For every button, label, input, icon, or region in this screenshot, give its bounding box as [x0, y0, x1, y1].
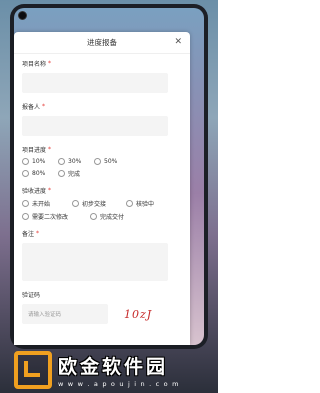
- project-name-input[interactable]: [22, 73, 168, 93]
- progress-option-label: 80%: [32, 170, 46, 177]
- dialog-header: 进度报备 ✕: [14, 32, 190, 54]
- progress-option-10[interactable]: 10%: [22, 158, 58, 165]
- acceptance-option-label: 需要二次修改: [32, 214, 69, 221]
- reporter-label: 报备人 *: [22, 102, 182, 111]
- watermark-brand: 欧金软件园: [58, 355, 169, 378]
- captcha-input[interactable]: 请输入验证码: [22, 304, 108, 324]
- radio-icon: [90, 213, 97, 220]
- radio-icon: [126, 200, 133, 207]
- captcha-image[interactable]: 10zJ: [124, 308, 152, 321]
- progress-report-dialog: 进度报备 ✕ 项目名称 * 报备人 * 项目进度 * 10% 30% 50% 8…: [14, 32, 190, 345]
- front-camera: [18, 11, 30, 23]
- reporter-input[interactable]: [22, 116, 168, 136]
- acceptance-option-delivered[interactable]: 完成交付: [90, 212, 124, 221]
- progress-options-row-2: 80% 完成: [22, 169, 182, 178]
- radio-icon: [22, 158, 29, 165]
- required-mark: *: [36, 230, 40, 237]
- acceptance-options-row-2: 需要二次修改 完成交付: [22, 212, 182, 221]
- acceptance-option-label: 未开始: [32, 201, 51, 208]
- radio-icon: [22, 170, 29, 177]
- watermark-logo-icon: [14, 350, 52, 389]
- progress-option-80[interactable]: 80%: [22, 170, 58, 177]
- progress-option-done[interactable]: 完成: [58, 169, 80, 178]
- required-mark: *: [42, 103, 46, 110]
- reporter-label-text: 报备人: [22, 104, 41, 111]
- watermark-text: 欧金软件园 w w w . a p o u j i n . c o m: [58, 352, 180, 388]
- required-mark: *: [48, 146, 52, 153]
- radio-icon: [22, 213, 29, 220]
- acceptance-option-not-started[interactable]: 未开始: [22, 199, 72, 208]
- captcha-row: 请输入验证码 10zJ: [22, 304, 182, 324]
- radio-icon: [72, 200, 79, 207]
- remarks-label-text: 备注: [22, 231, 35, 238]
- acceptance-option-second-revision[interactable]: 需要二次修改: [22, 212, 90, 221]
- dialog-title: 进度报备: [87, 38, 117, 47]
- radio-icon: [58, 170, 65, 177]
- progress-option-label: 完成: [68, 171, 81, 178]
- captcha-label-text: 验证码: [22, 292, 41, 299]
- acceptance-option-label: 初步交接: [82, 201, 107, 208]
- progress-label-text: 项目进度: [22, 147, 47, 154]
- remarks-label: 备注 *: [22, 229, 182, 238]
- acceptance-options-row-1: 未开始 初步交接 核验中: [22, 199, 182, 208]
- report-form: 项目名称 * 报备人 * 项目进度 * 10% 30% 50% 80% 完成 验…: [14, 54, 190, 324]
- captcha-label: 验证码: [22, 290, 182, 299]
- close-icon[interactable]: ✕: [174, 36, 182, 48]
- acceptance-option-initial-handover[interactable]: 初步交接: [72, 199, 126, 208]
- acceptance-option-label: 完成交付: [100, 214, 125, 221]
- project-name-label-text: 项目名称: [22, 61, 47, 68]
- progress-option-label: 50%: [104, 158, 118, 165]
- progress-option-30[interactable]: 30%: [58, 158, 94, 165]
- site-watermark: 欧金软件园 w w w . a p o u j i n . c o m: [0, 346, 218, 393]
- project-name-label: 项目名称 *: [22, 59, 182, 68]
- progress-options-row-1: 10% 30% 50%: [22, 158, 182, 165]
- watermark-logo-inner: [24, 360, 40, 377]
- progress-option-50[interactable]: 50%: [94, 158, 117, 165]
- required-mark: *: [48, 60, 52, 67]
- watermark-url: w w w . a p o u j i n . c o m: [58, 379, 180, 388]
- radio-icon: [94, 158, 101, 165]
- acceptance-label: 验收进度 *: [22, 186, 182, 195]
- acceptance-option-verifying[interactable]: 核验中: [126, 199, 154, 208]
- radio-icon: [22, 200, 29, 207]
- acceptance-label-text: 验收进度: [22, 188, 47, 195]
- remarks-textarea[interactable]: [22, 243, 168, 281]
- acceptance-option-label: 核验中: [136, 201, 155, 208]
- progress-option-label: 30%: [68, 158, 82, 165]
- radio-icon: [58, 158, 65, 165]
- camera-icon: [18, 11, 27, 20]
- progress-option-label: 10%: [32, 158, 46, 165]
- progress-label: 项目进度 *: [22, 145, 182, 154]
- required-mark: *: [48, 187, 52, 194]
